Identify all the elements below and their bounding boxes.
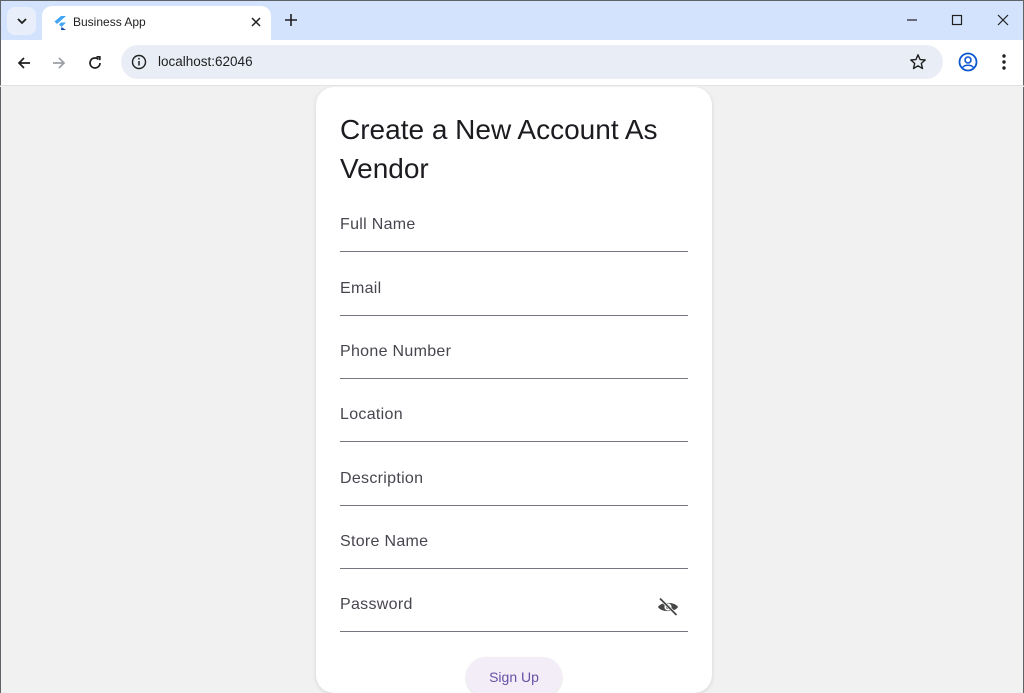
kebab-menu-icon[interactable] — [995, 51, 1013, 73]
tab-search-button[interactable] — [7, 7, 36, 35]
address-bar[interactable]: localhost:62046 — [121, 45, 943, 79]
location-label: Location — [340, 406, 403, 423]
store-name-label: Store Name — [340, 533, 429, 550]
star-icon[interactable] — [909, 53, 927, 71]
password-label: Password — [340, 596, 413, 613]
plus-icon — [285, 14, 297, 26]
tab-close-button[interactable] — [247, 13, 265, 31]
chevron-down-icon — [16, 18, 27, 25]
store-name-field[interactable]: Store Name — [340, 521, 688, 569]
profile-icon[interactable] — [957, 51, 979, 73]
forward-button[interactable] — [48, 52, 70, 74]
close-icon — [997, 14, 1009, 26]
new-tab-button[interactable] — [281, 10, 301, 30]
close-window-button[interactable] — [991, 9, 1015, 31]
signup-card: Create a New Account As Vendor Full Name… — [316, 87, 712, 693]
tab-business-app[interactable]: Business App — [42, 6, 271, 41]
back-button[interactable] — [13, 52, 35, 74]
tab-strip: Business App — [0, 0, 1024, 41]
eye-off-icon[interactable] — [656, 595, 680, 619]
reload-icon — [89, 55, 101, 69]
url-text[interactable]: localhost:62046 — [158, 54, 253, 69]
sign-up-button[interactable]: Sign Up — [466, 657, 562, 693]
email-field[interactable]: Email — [340, 268, 688, 316]
flutter-logo-icon — [54, 16, 66, 30]
close-icon — [251, 17, 261, 27]
reload-button[interactable] — [84, 52, 106, 74]
arrow-left-icon — [17, 57, 30, 69]
description-field[interactable]: Description — [340, 458, 688, 506]
phone-number-field[interactable]: Phone Number — [340, 331, 688, 379]
arrow-right-icon — [53, 57, 66, 69]
description-label: Description — [340, 470, 424, 487]
page-viewport: Create a New Account As Vendor Full Name… — [0, 87, 1024, 693]
password-field[interactable]: Password — [340, 584, 688, 632]
location-field[interactable]: Location — [340, 394, 688, 442]
minimize-icon — [907, 19, 917, 21]
minimize-button[interactable] — [900, 9, 924, 31]
full-name-field[interactable]: Full Name — [340, 204, 688, 252]
phone-number-label: Phone Number — [340, 343, 452, 360]
page-title: Create a New Account As Vendor — [340, 114, 658, 184]
info-icon[interactable] — [131, 54, 147, 70]
maximize-icon — [951, 14, 963, 26]
maximize-button[interactable] — [945, 9, 969, 31]
tab-title: Business App — [73, 15, 146, 29]
browser-toolbar: localhost:62046 — [0, 40, 1024, 86]
email-label: Email — [340, 280, 382, 297]
full-name-label: Full Name — [340, 216, 416, 233]
